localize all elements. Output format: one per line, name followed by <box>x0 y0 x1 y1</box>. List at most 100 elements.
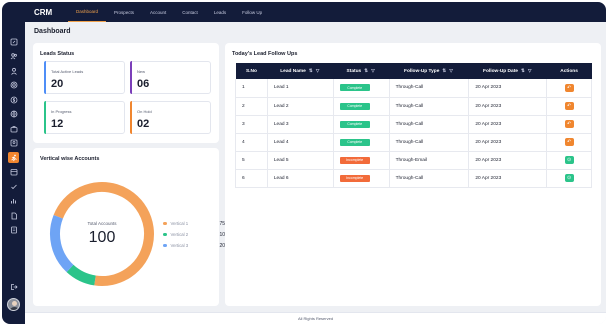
page-title: Dashboard <box>34 28 71 35</box>
nav-item-contact[interactable]: Contact <box>174 2 206 22</box>
cell-sno: 2 <box>235 97 268 116</box>
cell-followup-type: Through-Call <box>389 115 470 134</box>
nav-item-leads[interactable]: Leads <box>206 2 234 22</box>
check-circle-icon[interactable]: ⊙ <box>564 156 574 164</box>
cell-sno: 4 <box>235 133 268 152</box>
table-row[interactable]: 2 Lead 2 Complete Through-Call 20 Apr 2023 ↶ <box>235 97 592 116</box>
report-icon[interactable] <box>8 196 19 207</box>
stat-total-active-leads[interactable]: Total Active Leads 20 <box>44 61 125 94</box>
cell-actions: ↶ <box>546 79 592 98</box>
check-circle-icon[interactable]: ⊙ <box>564 174 574 182</box>
cell-sno: 1 <box>235 79 268 98</box>
stat-label: On Hold <box>137 109 152 114</box>
dashboard-icon[interactable] <box>8 36 19 47</box>
table-row[interactable]: 3 Lead 3 Complete Through-Call 20 Apr 2023 ↶ <box>235 115 592 134</box>
sort-filter-icon[interactable]: ⇅ ▽ <box>442 68 453 74</box>
legend-label: Vertical 3 <box>170 243 189 248</box>
legend-item: Vertical 1 75 <box>163 218 225 229</box>
nav-item-account[interactable]: Account <box>142 2 174 22</box>
sort-filter-icon[interactable]: ⇅ ▽ <box>309 68 320 74</box>
document-icon[interactable] <box>8 210 19 221</box>
cell-sno: 3 <box>235 115 268 134</box>
leads-status-title: Leads Status <box>40 51 75 57</box>
briefcase-icon[interactable] <box>8 123 19 134</box>
col-label: Status <box>346 69 362 74</box>
globe-icon[interactable] <box>8 109 19 120</box>
stat-value: 12 <box>51 118 64 130</box>
sort-filter-icon[interactable]: ⇅ ▽ <box>364 68 375 74</box>
col-label: Actions <box>560 68 578 74</box>
footer: All Rights Reserved <box>25 312 606 324</box>
nav-item-dashboard[interactable]: Dashboard <box>68 2 107 22</box>
legend-label: Vertical 2 <box>170 232 189 237</box>
table-row[interactable]: 5 Lead 5 Incomplete Through-Email 20 Apr 202… <box>235 151 592 170</box>
undo-icon[interactable]: ↶ <box>564 102 574 110</box>
donut-legend: Vertical 1 75 Vertical 2 10 Vertical 3 20 <box>163 218 225 251</box>
stat-in-progress[interactable]: In Progress 12 <box>44 101 125 134</box>
undo-icon[interactable]: ↶ <box>564 138 574 146</box>
legend-dot <box>163 243 167 248</box>
sidebar <box>2 22 25 324</box>
undo-icon[interactable]: ↶ <box>564 120 574 128</box>
calendar-icon[interactable] <box>8 167 19 178</box>
cell-status: Complete <box>333 79 390 98</box>
cell-followup-type: Through-Call <box>389 133 470 152</box>
cell-followup-date: 20 Apr 2023 <box>468 169 548 188</box>
cell-followup-type: Through-Email <box>389 151 470 170</box>
table-row[interactable]: 4 Lead 4 Complete Through-Call 20 Apr 2023 ↶ <box>235 133 592 152</box>
cell-actions: ↶ <box>546 97 592 116</box>
nav-item-follow-up[interactable]: Follow Up <box>234 2 270 22</box>
followups-card: Today's Lead Follow Ups S.No Lead Name ⇅ … <box>225 43 601 306</box>
stat-new[interactable]: New 06 <box>130 61 211 94</box>
users-icon[interactable] <box>8 51 19 62</box>
stat-on-hold[interactable]: On Hold 02 <box>130 101 211 134</box>
brand-logo[interactable]: CRM <box>34 8 68 17</box>
stat-label: Total Active Leads <box>51 69 84 74</box>
cell-followup-type: Through-Call <box>389 79 470 98</box>
cell-followup-type: Through-Call <box>389 97 470 116</box>
followups-table: S.No Lead Name ⇅ ▽ Status ⇅ ▽ Follow-Up Ty… <box>235 63 592 188</box>
legend-dot <box>163 232 167 237</box>
sort-filter-icon[interactable]: ⇅ ▽ <box>521 68 532 74</box>
cell-sno: 6 <box>235 169 268 188</box>
cell-lead-name: Lead 2 <box>267 97 334 116</box>
cell-status: Incomplete <box>333 169 390 188</box>
undo-icon[interactable]: ↶ <box>564 83 574 92</box>
cell-sno: 5 <box>235 151 268 170</box>
cell-lead-name: Lead 5 <box>267 151 334 170</box>
col-followup-type[interactable]: Follow-Up Type ⇅ ▽ <box>389 63 469 79</box>
col-lead-name[interactable]: Lead Name ⇅ ▽ <box>267 63 334 79</box>
contacts-icon[interactable] <box>8 138 19 149</box>
status-badge: Complete <box>339 102 370 110</box>
status-badge: Complete <box>339 138 370 146</box>
table-header-row: S.No Lead Name ⇅ ▽ Status ⇅ ▽ Follow-Up Ty… <box>235 63 592 79</box>
legend-item: Vertical 2 10 <box>163 229 225 240</box>
avatar[interactable] <box>7 298 20 311</box>
table-row[interactable]: 1 Lead 1 Complete Through-Call 20 Apr 2023 ↶ <box>235 79 592 98</box>
target-icon[interactable] <box>8 80 19 91</box>
cell-status: Complete <box>333 133 390 152</box>
cell-actions: ⊙ <box>546 151 592 170</box>
cell-lead-name: Lead 6 <box>267 169 334 188</box>
task-icon[interactable] <box>8 181 19 192</box>
donut-slice-vertical-2[interactable] <box>66 264 97 286</box>
user-icon[interactable] <box>8 65 19 76</box>
cell-lead-name: Lead 1 <box>267 79 334 98</box>
col-status[interactable]: Status ⇅ ▽ <box>333 63 390 79</box>
cell-lead-name: Lead 3 <box>267 115 334 134</box>
note-icon[interactable] <box>8 225 19 236</box>
table-body: 1 Lead 1 Complete Through-Call 20 Apr 2023 ↶ 2… <box>235 79 592 188</box>
col-followup-date[interactable]: Follow-Up Date ⇅ ▽ <box>468 63 547 79</box>
stat-accent-bar <box>130 101 132 134</box>
status-badge: Incomplete <box>339 156 370 164</box>
accounts-card: Vertical wise Accounts Total Accounts 10… <box>33 148 225 306</box>
dollar-icon[interactable] <box>8 94 19 105</box>
stat-accent-bar <box>44 61 46 94</box>
cell-status: Complete <box>333 97 390 116</box>
nav-item-prospects[interactable]: Prospects <box>106 2 142 22</box>
main-nav: Dashboard Prospects Account Contact Leads Fol… <box>68 2 270 22</box>
top-navbar: CRM Dashboard Prospects Account Contact Lead… <box>2 2 606 22</box>
table-row[interactable]: 6 Lead 6 Incomplete Through-Call 20 Apr 2023… <box>235 169 592 188</box>
running-icon[interactable] <box>8 152 19 163</box>
logout-icon[interactable] <box>8 281 19 292</box>
